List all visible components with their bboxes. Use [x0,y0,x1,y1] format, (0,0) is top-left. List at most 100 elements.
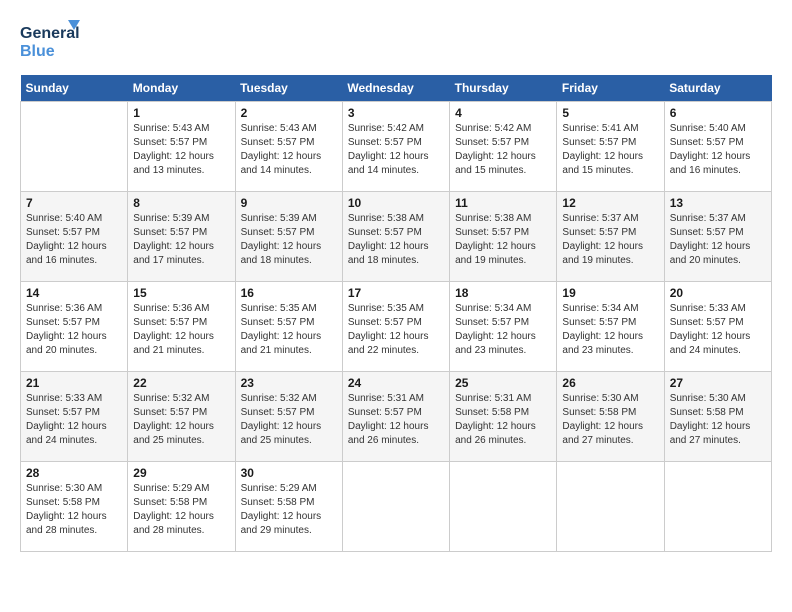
day-info: Sunrise: 5:30 AM Sunset: 5:58 PM Dayligh… [670,392,766,448]
day-info: Sunrise: 5:34 AM Sunset: 5:57 PM Dayligh… [562,302,658,358]
logo-svg: GeneralBlue [20,20,80,65]
day-info: Sunrise: 5:33 AM Sunset: 5:57 PM Dayligh… [670,302,766,358]
day-info: Sunrise: 5:31 AM Sunset: 5:58 PM Dayligh… [455,392,551,448]
day-info: Sunrise: 5:40 AM Sunset: 5:57 PM Dayligh… [26,212,122,268]
day-number: 22 [133,376,229,390]
day-number: 14 [26,286,122,300]
calendar-week-row: 28 Sunrise: 5:30 AM Sunset: 5:58 PM Dayli… [21,462,772,552]
day-number: 3 [348,106,444,120]
page-header: GeneralBlue [20,20,772,65]
day-of-week-header: Tuesday [235,75,342,102]
day-info: Sunrise: 5:32 AM Sunset: 5:57 PM Dayligh… [133,392,229,448]
calendar-cell: 13 Sunrise: 5:37 AM Sunset: 5:57 PM Dayli… [664,192,771,282]
calendar-week-row: 21 Sunrise: 5:33 AM Sunset: 5:57 PM Dayli… [21,372,772,462]
day-number: 16 [241,286,337,300]
calendar-cell [21,102,128,192]
calendar-cell: 4Sunrise: 5:42 AM Sunset: 5:57 PM Daylig… [450,102,557,192]
day-info: Sunrise: 5:35 AM Sunset: 5:57 PM Dayligh… [241,302,337,358]
calendar-cell: 30 Sunrise: 5:29 AM Sunset: 5:58 PM Dayli… [235,462,342,552]
day-info: Sunrise: 5:34 AM Sunset: 5:57 PM Dayligh… [455,302,551,358]
day-info: Sunrise: 5:30 AM Sunset: 5:58 PM Dayligh… [26,482,122,538]
calendar-cell: 12 Sunrise: 5:37 AM Sunset: 5:57 PM Dayli… [557,192,664,282]
calendar-cell [342,462,449,552]
day-number: 19 [562,286,658,300]
calendar-cell: 22 Sunrise: 5:32 AM Sunset: 5:57 PM Dayli… [128,372,235,462]
day-info: Sunrise: 5:29 AM Sunset: 5:58 PM Dayligh… [133,482,229,538]
day-number: 25 [455,376,551,390]
day-info: Sunrise: 5:37 AM Sunset: 5:57 PM Dayligh… [562,212,658,268]
calendar-cell: 19 Sunrise: 5:34 AM Sunset: 5:57 PM Dayli… [557,282,664,372]
day-info: Sunrise: 5:41 AM Sunset: 5:57 PM Dayligh… [562,122,658,178]
calendar-cell [557,462,664,552]
day-info: Sunrise: 5:35 AM Sunset: 5:57 PM Dayligh… [348,302,444,358]
calendar-cell: 17Sunrise: 5:35 AM Sunset: 5:57 PM Dayli… [342,282,449,372]
day-number: 29 [133,466,229,480]
day-number: 18 [455,286,551,300]
calendar-cell: 26 Sunrise: 5:30 AM Sunset: 5:58 PM Dayli… [557,372,664,462]
calendar-cell: 9 Sunrise: 5:39 AM Sunset: 5:57 PM Daylig… [235,192,342,282]
calendar-cell: 15 Sunrise: 5:36 AM Sunset: 5:57 PM Dayli… [128,282,235,372]
day-number: 10 [348,196,444,210]
day-of-week-header: Sunday [21,75,128,102]
day-info: Sunrise: 5:36 AM Sunset: 5:57 PM Dayligh… [26,302,122,358]
day-info: Sunrise: 5:31 AM Sunset: 5:57 PM Dayligh… [348,392,444,448]
day-info: Sunrise: 5:39 AM Sunset: 5:57 PM Dayligh… [241,212,337,268]
day-of-week-header: Thursday [450,75,557,102]
calendar-week-row: 1 Sunrise: 5:43 AM Sunset: 5:57 PM Daylig… [21,102,772,192]
calendar-cell: 11 Sunrise: 5:38 AM Sunset: 5:57 PM Dayli… [450,192,557,282]
day-number: 4 [455,106,551,120]
day-number: 21 [26,376,122,390]
calendar-cell: 24 Sunrise: 5:31 AM Sunset: 5:57 PM Dayli… [342,372,449,462]
calendar-table: SundayMondayTuesdayWednesdayThursdayFrid… [20,75,772,552]
calendar-cell: 3 Sunrise: 5:42 AM Sunset: 5:57 PM Daylig… [342,102,449,192]
day-info: Sunrise: 5:33 AM Sunset: 5:57 PM Dayligh… [26,392,122,448]
day-info: Sunrise: 5:36 AM Sunset: 5:57 PM Dayligh… [133,302,229,358]
day-number: 6 [670,106,766,120]
day-number: 13 [670,196,766,210]
calendar-cell [450,462,557,552]
day-info: Sunrise: 5:40 AM Sunset: 5:57 PM Dayligh… [670,122,766,178]
day-number: 2 [241,106,337,120]
day-number: 28 [26,466,122,480]
day-number: 20 [670,286,766,300]
day-info: Sunrise: 5:32 AM Sunset: 5:57 PM Dayligh… [241,392,337,448]
day-number: 11 [455,196,551,210]
day-number: 5 [562,106,658,120]
day-number: 30 [241,466,337,480]
days-header-row: SundayMondayTuesdayWednesdayThursdayFrid… [21,75,772,102]
calendar-cell: 23 Sunrise: 5:32 AM Sunset: 5:57 PM Dayli… [235,372,342,462]
day-info: Sunrise: 5:38 AM Sunset: 5:57 PM Dayligh… [455,212,551,268]
day-info: Sunrise: 5:30 AM Sunset: 5:58 PM Dayligh… [562,392,658,448]
calendar-cell: 5 Sunrise: 5:41 AM Sunset: 5:57 PM Daylig… [557,102,664,192]
calendar-cell: 27 Sunrise: 5:30 AM Sunset: 5:58 PM Dayli… [664,372,771,462]
calendar-cell: 28 Sunrise: 5:30 AM Sunset: 5:58 PM Dayli… [21,462,128,552]
calendar-week-row: 7Sunrise: 5:40 AM Sunset: 5:57 PM Daylig… [21,192,772,282]
day-info: Sunrise: 5:29 AM Sunset: 5:58 PM Dayligh… [241,482,337,538]
day-number: 8 [133,196,229,210]
day-info: Sunrise: 5:43 AM Sunset: 5:57 PM Dayligh… [133,122,229,178]
calendar-cell: 7Sunrise: 5:40 AM Sunset: 5:57 PM Daylig… [21,192,128,282]
calendar-cell [664,462,771,552]
day-number: 15 [133,286,229,300]
calendar-cell: 2Sunrise: 5:43 AM Sunset: 5:57 PM Daylig… [235,102,342,192]
day-number: 23 [241,376,337,390]
calendar-cell: 25 Sunrise: 5:31 AM Sunset: 5:58 PM Dayli… [450,372,557,462]
calendar-cell: 20 Sunrise: 5:33 AM Sunset: 5:57 PM Dayli… [664,282,771,372]
day-number: 27 [670,376,766,390]
day-number: 26 [562,376,658,390]
day-number: 9 [241,196,337,210]
day-of-week-header: Saturday [664,75,771,102]
calendar-body: 1 Sunrise: 5:43 AM Sunset: 5:57 PM Daylig… [21,102,772,552]
calendar-cell: 8Sunrise: 5:39 AM Sunset: 5:57 PM Daylig… [128,192,235,282]
calendar-cell: 21 Sunrise: 5:33 AM Sunset: 5:57 PM Dayli… [21,372,128,462]
day-number: 12 [562,196,658,210]
day-info: Sunrise: 5:37 AM Sunset: 5:57 PM Dayligh… [670,212,766,268]
svg-text:Blue: Blue [20,43,55,60]
day-info: Sunrise: 5:42 AM Sunset: 5:57 PM Dayligh… [348,122,444,178]
day-number: 1 [133,106,229,120]
day-of-week-header: Wednesday [342,75,449,102]
day-info: Sunrise: 5:38 AM Sunset: 5:57 PM Dayligh… [348,212,444,268]
day-number: 24 [348,376,444,390]
calendar-cell: 14 Sunrise: 5:36 AM Sunset: 5:57 PM Dayli… [21,282,128,372]
svg-text:General: General [20,25,80,42]
